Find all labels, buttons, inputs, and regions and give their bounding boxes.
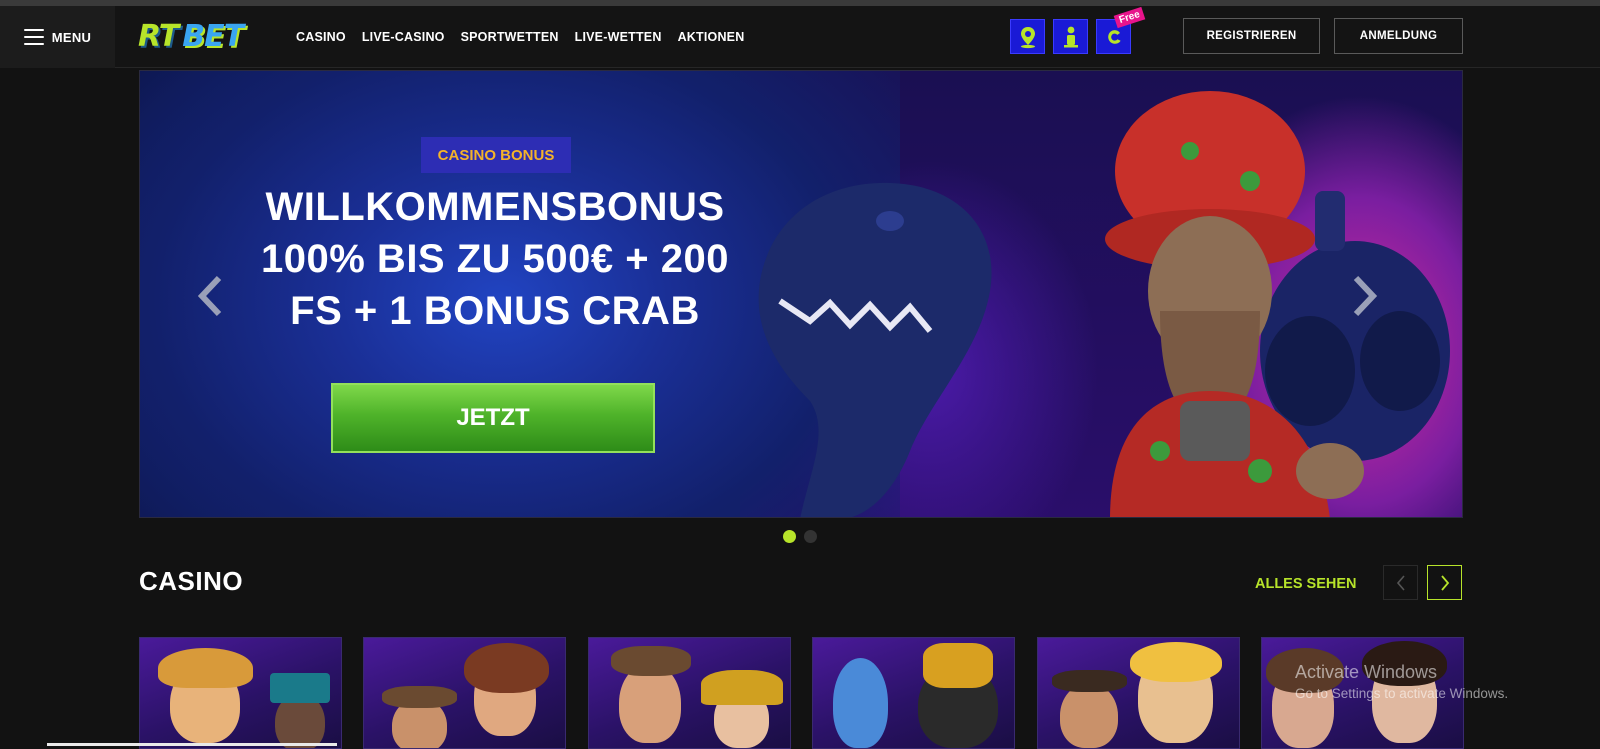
nav-casino[interactable]: CASINO xyxy=(296,30,346,44)
menu-button[interactable]: MENU xyxy=(0,6,115,68)
coin-icon xyxy=(1107,29,1121,44)
person-icon xyxy=(1063,26,1078,47)
game-tile[interactable] xyxy=(363,637,566,749)
activate-windows-subtitle: Go to Settings to activate Windows. xyxy=(1295,686,1509,701)
hero-title: WILLKOMMENSBONUS 100% BIS ZU 500€ + 200 … xyxy=(230,181,760,337)
game-thumbnail-art xyxy=(833,658,888,748)
see-all-link[interactable]: ALLES SEHEN xyxy=(1255,576,1357,592)
game-thumbnail-art xyxy=(701,670,783,705)
game-thumbnail-art xyxy=(923,643,993,688)
carousel-next-button[interactable] xyxy=(1427,565,1462,600)
nav-live-wetten[interactable]: LIVE-WETTEN xyxy=(575,30,662,44)
hero-title-line1: WILLKOMMENSBONUS xyxy=(265,185,725,229)
nav-sportwetten[interactable]: SPORTWETTEN xyxy=(461,30,559,44)
chevron-right-icon xyxy=(1440,574,1449,591)
login-button[interactable]: ANMELDUNG xyxy=(1334,18,1463,54)
game-thumbnail-art xyxy=(1130,642,1222,682)
game-thumbnail-art xyxy=(611,646,691,676)
hero-pagination xyxy=(0,530,1600,543)
carousel-prev-button[interactable] xyxy=(1383,565,1418,600)
hero-banner[interactable]: CASINO BONUS WILLKOMMENSBONUS 100% BIS Z… xyxy=(139,70,1463,518)
pagination-dot-2[interactable] xyxy=(804,530,817,543)
main-nav: CASINO LIVE-CASINO SPORTWETTEN LIVE-WETT… xyxy=(296,6,744,68)
hero-title-line3: FS + 1 BONUS CRAB xyxy=(290,289,700,333)
logo-part-rt: RT xyxy=(138,18,179,54)
chevron-left-icon xyxy=(197,275,222,317)
nav-live-casino[interactable]: LIVE-CASINO xyxy=(362,30,445,44)
hero-next-arrow[interactable] xyxy=(1345,271,1385,321)
hero-title-line2: 100% BIS ZU 500€ + 200 xyxy=(261,237,729,281)
game-tile[interactable] xyxy=(139,637,342,749)
chevron-left-icon xyxy=(1396,574,1405,591)
nav-aktionen[interactable]: AKTIONEN xyxy=(678,30,745,44)
game-thumbnail-art xyxy=(1060,683,1118,748)
game-thumbnail-art xyxy=(270,673,330,703)
site-header: MENU RT BET CASINO LIVE-CASINO SPORTWETTE… xyxy=(0,6,1600,68)
map-pin-icon xyxy=(1020,26,1035,48)
casino-bonus-badge: CASINO BONUS xyxy=(421,137,571,173)
jetzt-button[interactable]: JETZT xyxy=(331,383,655,453)
game-thumbnail-art xyxy=(158,648,253,688)
site-logo[interactable]: RT BET xyxy=(138,17,244,55)
game-thumbnail-art xyxy=(382,686,457,708)
game-tile[interactable] xyxy=(812,637,1015,749)
location-button[interactable] xyxy=(1010,19,1045,54)
game-thumbnail-art xyxy=(1052,670,1127,692)
game-tile[interactable] xyxy=(588,637,791,749)
account-info-button[interactable] xyxy=(1053,19,1088,54)
activate-windows-title: Activate Windows xyxy=(1295,662,1438,682)
hamburger-icon xyxy=(23,29,44,45)
pagination-dot-1[interactable] xyxy=(783,530,796,543)
logo-part-bet: BET xyxy=(182,18,244,54)
hero-prev-arrow[interactable] xyxy=(190,271,230,321)
chevron-right-icon xyxy=(1353,275,1378,317)
menu-label: MENU xyxy=(51,29,92,45)
game-thumbnail-art xyxy=(464,643,549,693)
casino-section-title: CASINO xyxy=(139,566,244,596)
game-tile[interactable] xyxy=(1037,637,1240,749)
register-button[interactable]: REGISTRIEREN xyxy=(1183,18,1320,54)
